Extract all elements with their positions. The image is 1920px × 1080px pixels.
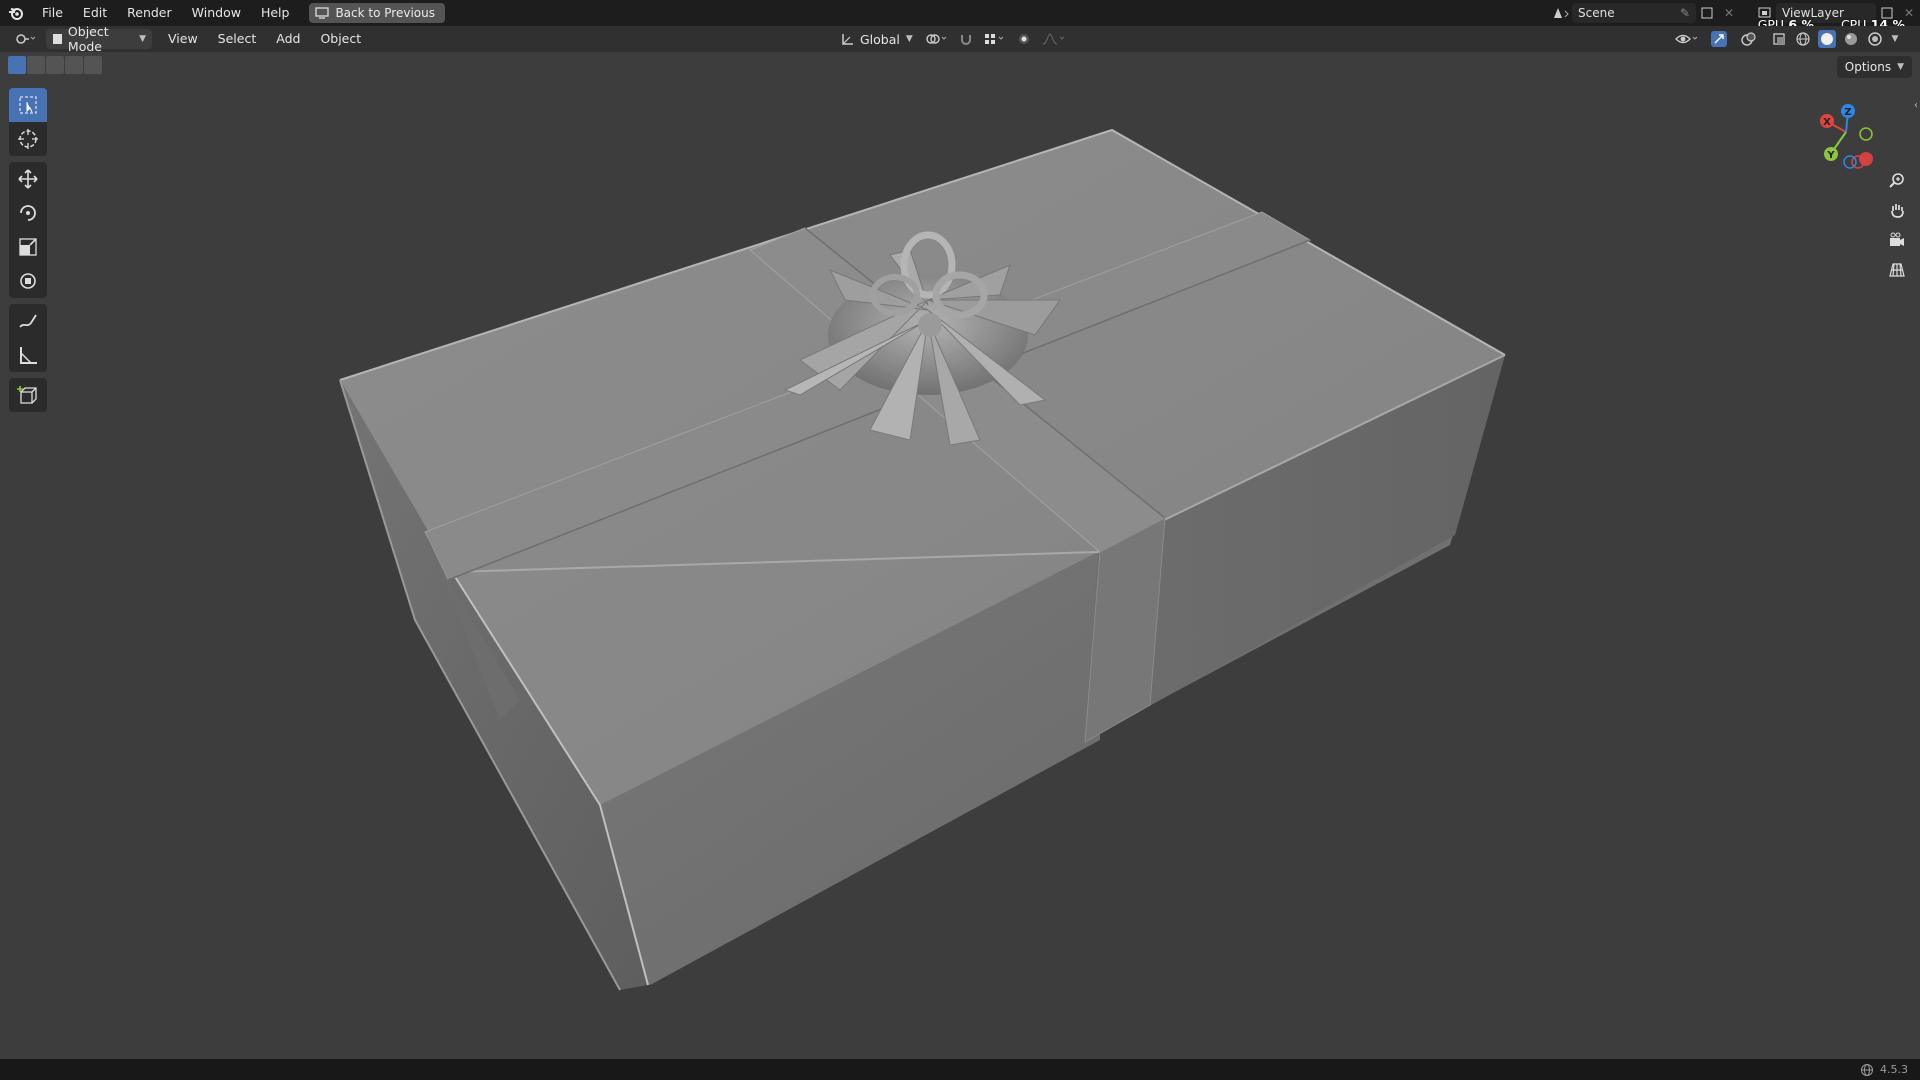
select-box-tool-icon[interactable] [9, 88, 47, 122]
pan-hand-icon[interactable] [1883, 196, 1911, 224]
perspective-toggle-icon[interactable] [1883, 256, 1911, 284]
snap-toggle-icon[interactable] [955, 29, 977, 49]
object-mode-label: Object Mode [67, 24, 109, 54]
transform-tool-icon[interactable] [9, 264, 47, 298]
cube-icon [53, 34, 62, 44]
gizmo-toggle-icon[interactable] [1704, 29, 1734, 49]
blender-logo-icon[interactable] [0, 0, 32, 26]
view-navigation-buttons [1883, 166, 1911, 286]
select-intersect-icon[interactable] [84, 56, 102, 74]
object-mode-dropdown[interactable]: Object Mode ▼ [46, 24, 152, 54]
zoom-icon[interactable] [1883, 166, 1911, 194]
menu-edit[interactable]: Edit [73, 0, 117, 26]
annotate-tool-icon[interactable] [9, 304, 47, 338]
material-shading-icon[interactable] [1840, 29, 1862, 49]
xray-toggle-icon[interactable] [1768, 29, 1790, 49]
viewport-header: Object Mode ▼ View Select Add Object Glo… [0, 24, 1920, 54]
menu-help[interactable]: Help [251, 0, 300, 26]
scene-name: Scene [1578, 6, 1615, 20]
delete-scene-icon[interactable]: ✕ [1718, 3, 1740, 23]
new-scene-icon[interactable] [1696, 3, 1718, 23]
menu-file[interactable]: File [32, 0, 73, 26]
top-menu-bar: File Edit Render Window Help Back to Pre… [0, 0, 1920, 32]
shading-options-chevron-icon[interactable]: ▼ [1888, 29, 1902, 49]
chevron-down-icon: ▼ [905, 34, 913, 44]
menu-view[interactable]: View [158, 26, 208, 52]
menu-add[interactable]: Add [266, 26, 310, 52]
overlays-toggle-icon[interactable] [1736, 29, 1766, 49]
scale-tool-icon[interactable] [9, 230, 47, 264]
menu-window[interactable]: Window [182, 0, 251, 26]
tool-shelf [9, 88, 47, 412]
select-invert-icon[interactable] [65, 56, 83, 74]
transform-controls: Global ▼ [836, 29, 1069, 49]
visibility-eye-icon[interactable] [1672, 29, 1702, 49]
select-extend-icon[interactable] [27, 56, 45, 74]
gizmo-neg-z-icon[interactable] [1843, 155, 1857, 169]
falloff-icon[interactable] [1039, 29, 1069, 49]
screen-icon [315, 7, 330, 19]
editor-type-icon[interactable] [12, 29, 40, 49]
3d-viewport[interactable]: Options ▼ X Y Z ‹ [0, 52, 1920, 1059]
rendered-shading-icon[interactable] [1864, 29, 1886, 49]
orientation-label: Global [860, 31, 900, 47]
scene-selector[interactable]: Scene ✎ [1572, 3, 1696, 23]
gizmo-neg-y-icon[interactable] [1859, 127, 1873, 141]
chevron-down-icon: ▼ [139, 34, 146, 44]
options-label: Options [1844, 60, 1892, 74]
measure-tool-icon[interactable] [9, 338, 47, 372]
sidebar-toggle-icon[interactable]: ‹ [1914, 100, 1918, 111]
back-to-previous-label: Back to Previous [335, 6, 435, 20]
solid-shading-icon[interactable] [1816, 29, 1838, 49]
menu-select[interactable]: Select [208, 26, 267, 52]
select-subtract-icon[interactable] [46, 56, 64, 74]
rotate-tool-icon[interactable] [9, 196, 47, 230]
gizmo-y-label: Y [1826, 150, 1835, 161]
selection-mode-group [8, 56, 102, 74]
select-new-icon[interactable] [8, 56, 26, 74]
pivot-point-icon[interactable] [921, 29, 951, 49]
viewport-shading-controls: ▼ [1672, 29, 1902, 49]
menu-render[interactable]: Render [117, 0, 182, 26]
chevron-down-icon: ▼ [1897, 62, 1904, 72]
axes-icon [842, 34, 853, 45]
pin-icon[interactable]: ✎ [1680, 6, 1690, 20]
version-label: 4.5.3 [1880, 1063, 1908, 1076]
add-cube-tool-icon[interactable] [9, 378, 47, 412]
camera-view-icon[interactable] [1883, 226, 1911, 254]
menu-object[interactable]: Object [310, 26, 371, 52]
wireframe-shading-icon[interactable] [1792, 29, 1814, 49]
snap-target-icon[interactable] [981, 29, 1009, 49]
gizmo-z-label: Z [1844, 107, 1851, 118]
options-dropdown[interactable]: Options ▼ [1836, 56, 1912, 78]
cursor-tool-icon[interactable] [9, 122, 47, 156]
network-globe-icon[interactable] [1860, 1063, 1874, 1077]
scene-type-icon[interactable] [1550, 3, 1572, 23]
back-to-previous-button[interactable]: Back to Previous [309, 3, 445, 23]
orientation-dropdown[interactable]: Global ▼ [836, 29, 917, 49]
move-tool-icon[interactable] [9, 162, 47, 196]
gift-box-model[interactable] [0, 52, 1920, 1059]
proportional-edit-icon[interactable] [1013, 29, 1035, 49]
status-bar: 4.5.3 [0, 1059, 1920, 1080]
gizmo-x-label: X [1823, 117, 1831, 128]
